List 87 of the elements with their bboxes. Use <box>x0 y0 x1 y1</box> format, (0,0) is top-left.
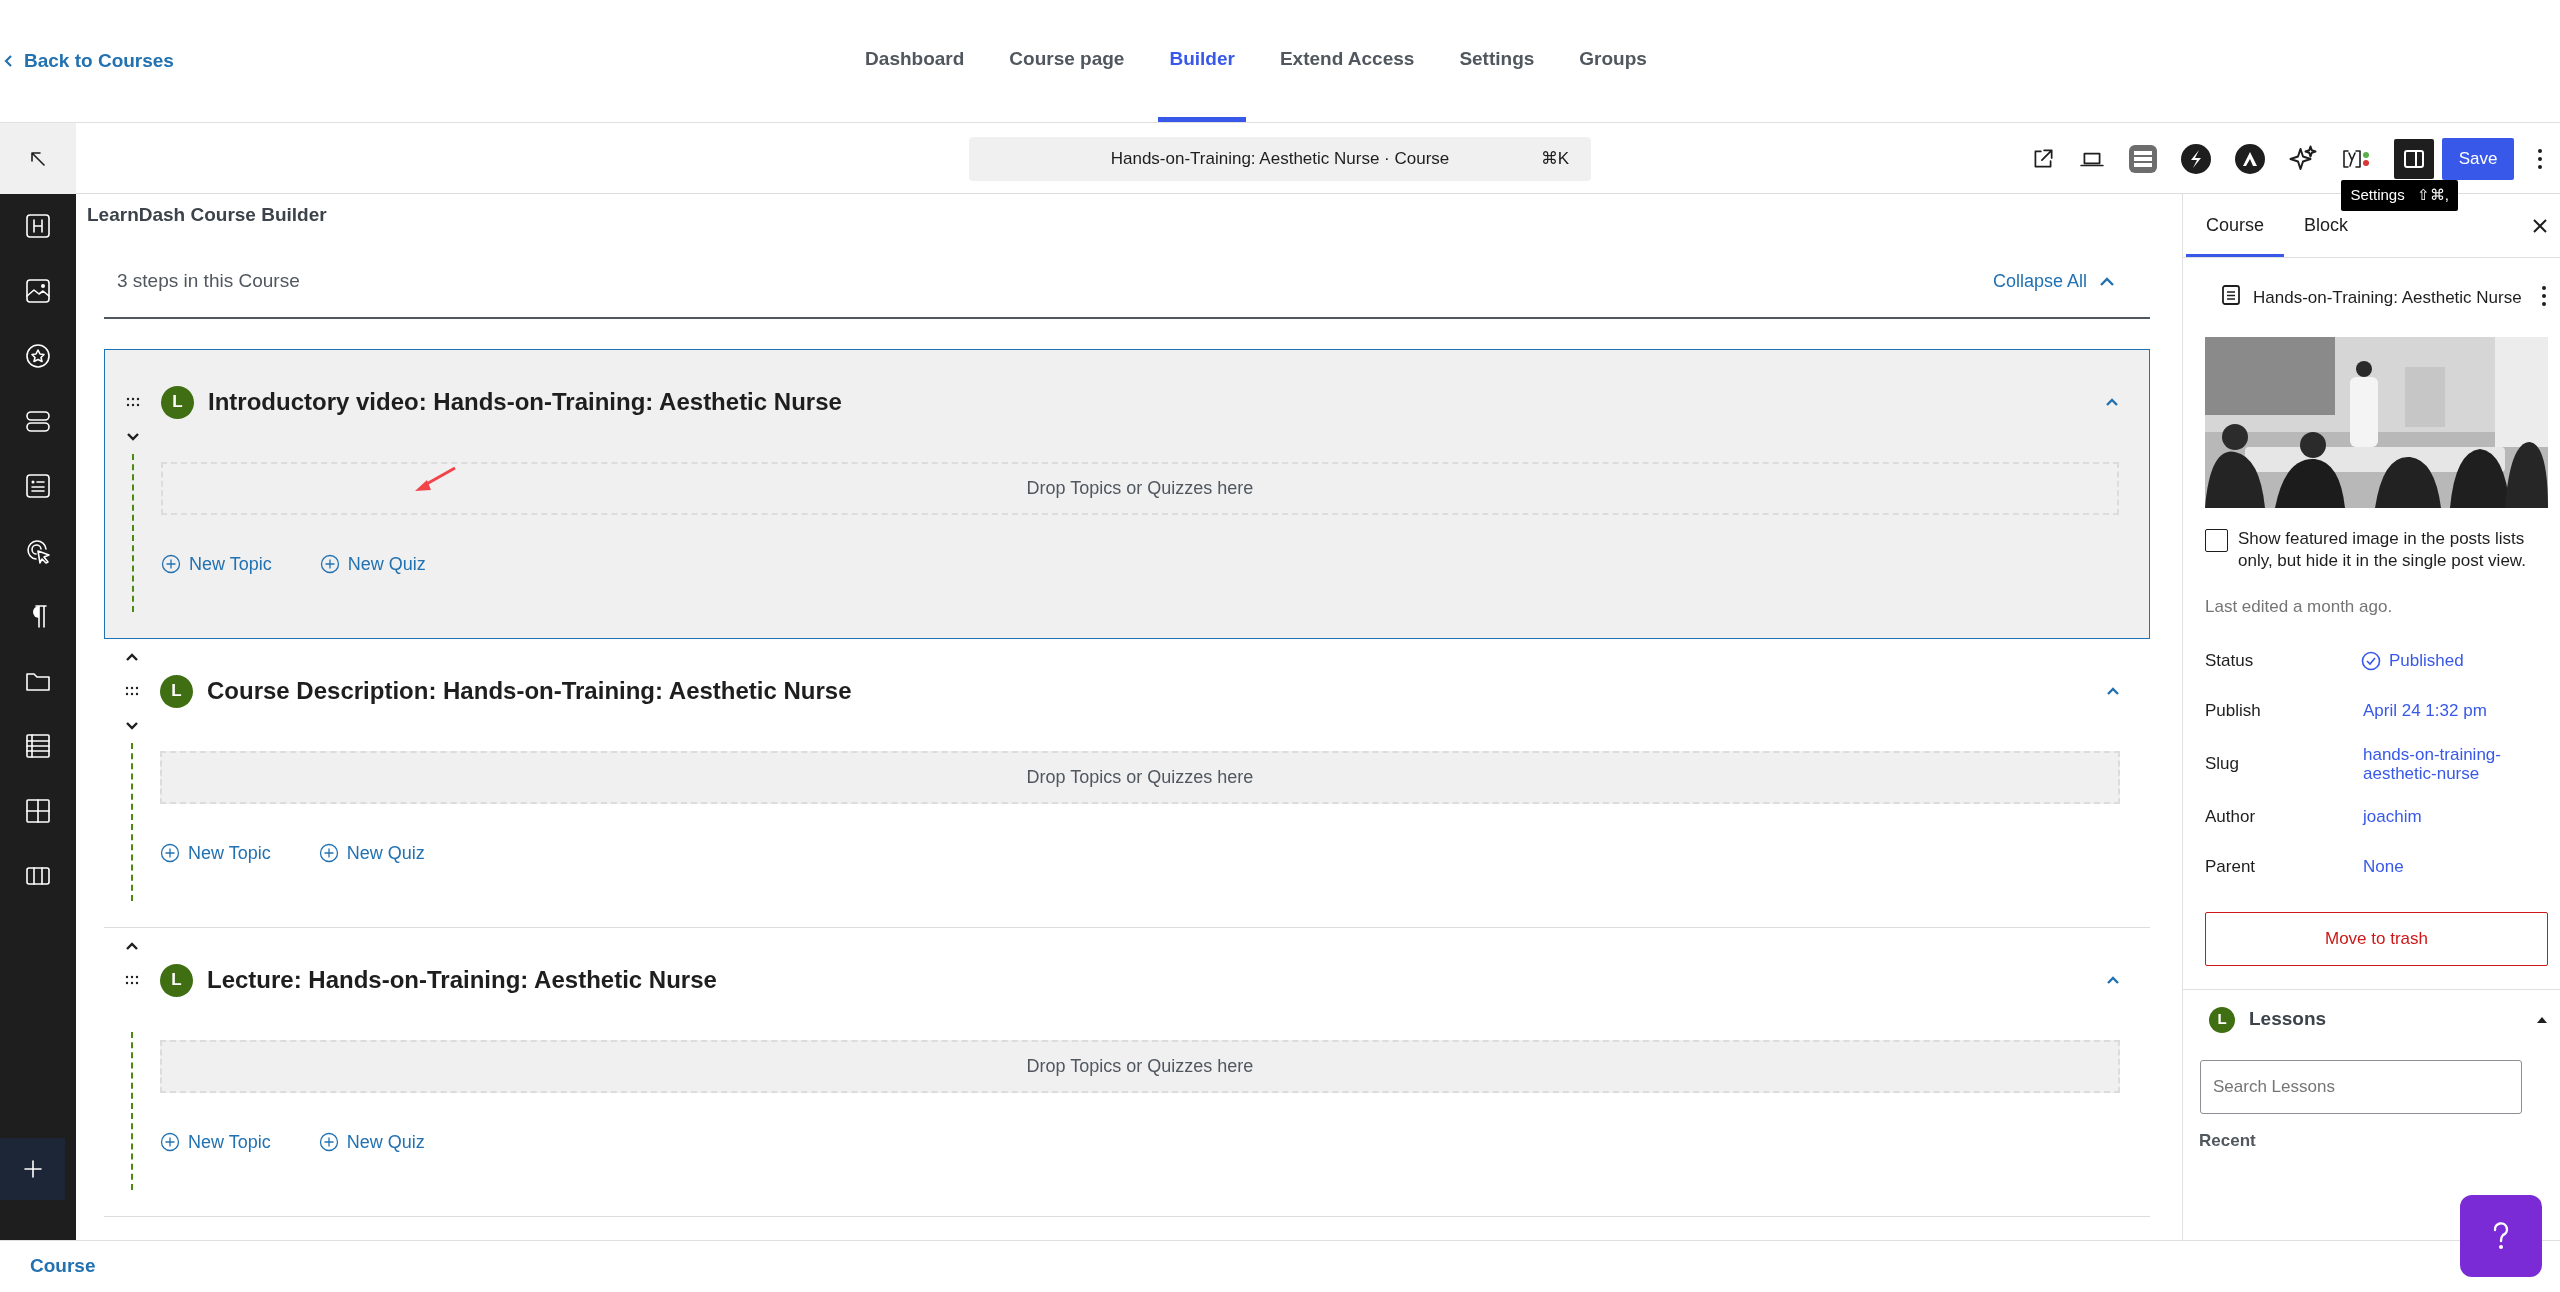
lesson-title: Course Description: Hands-on-Training: Aesthetic Nurse <box>207 676 853 706</box>
field-label: Author <box>2205 805 2257 828</box>
plus-circle-icon <box>319 554 340 574</box>
lesson-badge: L <box>160 963 193 997</box>
checkbox[interactable] <box>2205 529 2228 552</box>
new-quiz-link[interactable]: New Quiz <box>318 838 425 868</box>
star-circle-icon[interactable] <box>24 342 52 370</box>
nav-tab[interactable]: Extend Access <box>1268 0 1426 122</box>
annotation-arrow <box>413 466 457 494</box>
pointer-click-icon[interactable] <box>24 537 52 565</box>
lesson-title: Introductory video: Hands-on-Training: Aesthetic Nurse <box>208 387 843 417</box>
document-icon <box>2221 284 2241 306</box>
new-topic-link[interactable]: New Topic <box>161 549 272 579</box>
help-button[interactable] <box>2460 1195 2542 1277</box>
more-options-icon[interactable] <box>2536 146 2544 171</box>
card-lines-icon[interactable] <box>24 472 52 500</box>
new-topic-link[interactable]: New Topic <box>160 838 271 868</box>
plus-icon <box>21 1158 44 1180</box>
search-field[interactable]: Search Lessons <box>2200 1059 2522 1114</box>
field-value-link[interactable]: None <box>2363 857 2533 876</box>
back-link[interactable]: Back to Courses <box>4 46 174 76</box>
lesson-badge: L <box>160 674 193 708</box>
chevron-down-icon[interactable] <box>125 719 139 731</box>
lesson-badge: L <box>161 385 194 419</box>
list-icon[interactable] <box>24 732 52 760</box>
drag-handle-icon[interactable] <box>125 686 139 696</box>
lessons-heading: Lessons <box>2249 1007 2328 1032</box>
breadcrumb-link[interactable]: Course <box>30 1252 96 1281</box>
new-quiz-link[interactable]: New Quiz <box>318 1127 425 1157</box>
nav-tab[interactable]: Dashboard <box>854 0 976 122</box>
field-value-link[interactable]: hands-on-training-aesthetic-nurse <box>2363 744 2533 783</box>
chevron-up-icon[interactable] <box>125 651 139 663</box>
chevron-up-icon[interactable] <box>125 940 139 952</box>
new-quiz-link[interactable]: New Quiz <box>319 549 426 579</box>
builder-heading: LearnDash Course Builder <box>87 204 328 226</box>
sidebar-toggle-button[interactable] <box>2394 138 2434 179</box>
field-value-link[interactable]: Published <box>2361 650 2531 671</box>
nav-tab[interactable]: Course page <box>998 0 1136 122</box>
triangle-up-icon[interactable] <box>2536 1015 2548 1024</box>
drop-zone[interactable]: Drop Topics or Quizzes here <box>160 1040 2120 1093</box>
command-bar-title: Hands-on-Training: Aesthetic Nurse · Course <box>1110 147 1450 170</box>
nav-tab[interactable]: Groups <box>1568 0 1658 122</box>
heading-icon[interactable] <box>24 212 52 240</box>
field-label: Parent <box>2205 855 2257 878</box>
collapse-all-link[interactable]: Collapse All <box>1992 268 2115 295</box>
drag-handle-icon[interactable] <box>126 397 140 407</box>
field-value-link[interactable]: joachim <box>2363 807 2533 826</box>
new-topic-link[interactable]: New Topic <box>160 1127 271 1157</box>
drop-zone[interactable]: Drop Topics or Quizzes here <box>161 462 2119 515</box>
post-title: Hands-on-Training: Aesthetic Nurse <box>2253 287 2523 309</box>
chevron-up-icon <box>2099 276 2115 287</box>
field-value-link[interactable]: April 24 1:32 pm <box>2363 701 2533 720</box>
plus-circle-icon <box>318 843 339 863</box>
bolt-circle-icon[interactable] <box>2180 142 2212 175</box>
lesson-badge: L <box>2209 1006 2235 1033</box>
lesson-title: Lecture: Hands-on-Training: Aesthetic Nurse <box>207 965 718 995</box>
plus-circle-icon <box>161 554 181 574</box>
field-label: Status <box>2205 649 2255 672</box>
recent-heading: Recent <box>2199 1129 2257 1152</box>
check-circle-icon <box>2361 650 2381 671</box>
stacked-bars-icon[interactable] <box>2128 143 2158 174</box>
nav-tab[interactable]: Settings <box>1448 0 1546 122</box>
plus-circle-icon <box>160 1132 180 1152</box>
move-to-trash-button[interactable]: Move to trash <box>2205 911 2548 966</box>
tooltip: Settings ⇧⌘, <box>2341 180 2458 211</box>
drop-zone[interactable]: Drop Topics or Quizzes here <box>160 751 2120 804</box>
grid-icon[interactable] <box>24 797 52 825</box>
peak-circle-icon[interactable] <box>2234 142 2266 175</box>
panel-tab[interactable]: Course <box>2186 194 2285 257</box>
lesson-panel[interactable]: L Introductory video: Hands-on-Training: Aesthetic Nurse Drop Topics or Quizzes here New Topic New Quiz <box>104 349 2150 639</box>
plus-circle-icon <box>318 1132 339 1152</box>
plus-circle-icon <box>160 843 180 863</box>
close-icon[interactable] <box>2532 217 2548 234</box>
last-edited-text: Last edited a month ago. <box>2205 596 2394 618</box>
nav-tab[interactable]: Builder <box>1158 0 1246 122</box>
drag-handle-icon[interactable] <box>125 975 139 985</box>
chevron-left-icon <box>4 54 14 68</box>
command-bar[interactable]: Hands-on-Training: Aesthetic Nurse · Course ⌘K <box>969 136 1591 181</box>
steps-count: 3 steps in this Course <box>117 269 300 294</box>
field-label: Publish <box>2205 699 2262 722</box>
more-options-icon[interactable] <box>2540 284 2548 308</box>
checkbox-label: Show featured image in the posts lists only, but hide it in the single post view. <box>2238 528 2527 572</box>
image-icon[interactable] <box>24 277 52 305</box>
chevron-down-icon[interactable] <box>126 430 140 442</box>
shortcut-hint: ⌘K <box>1540 147 1569 170</box>
field-label: Slug <box>2205 752 2241 775</box>
save-button[interactable]: Save <box>2442 137 2514 180</box>
